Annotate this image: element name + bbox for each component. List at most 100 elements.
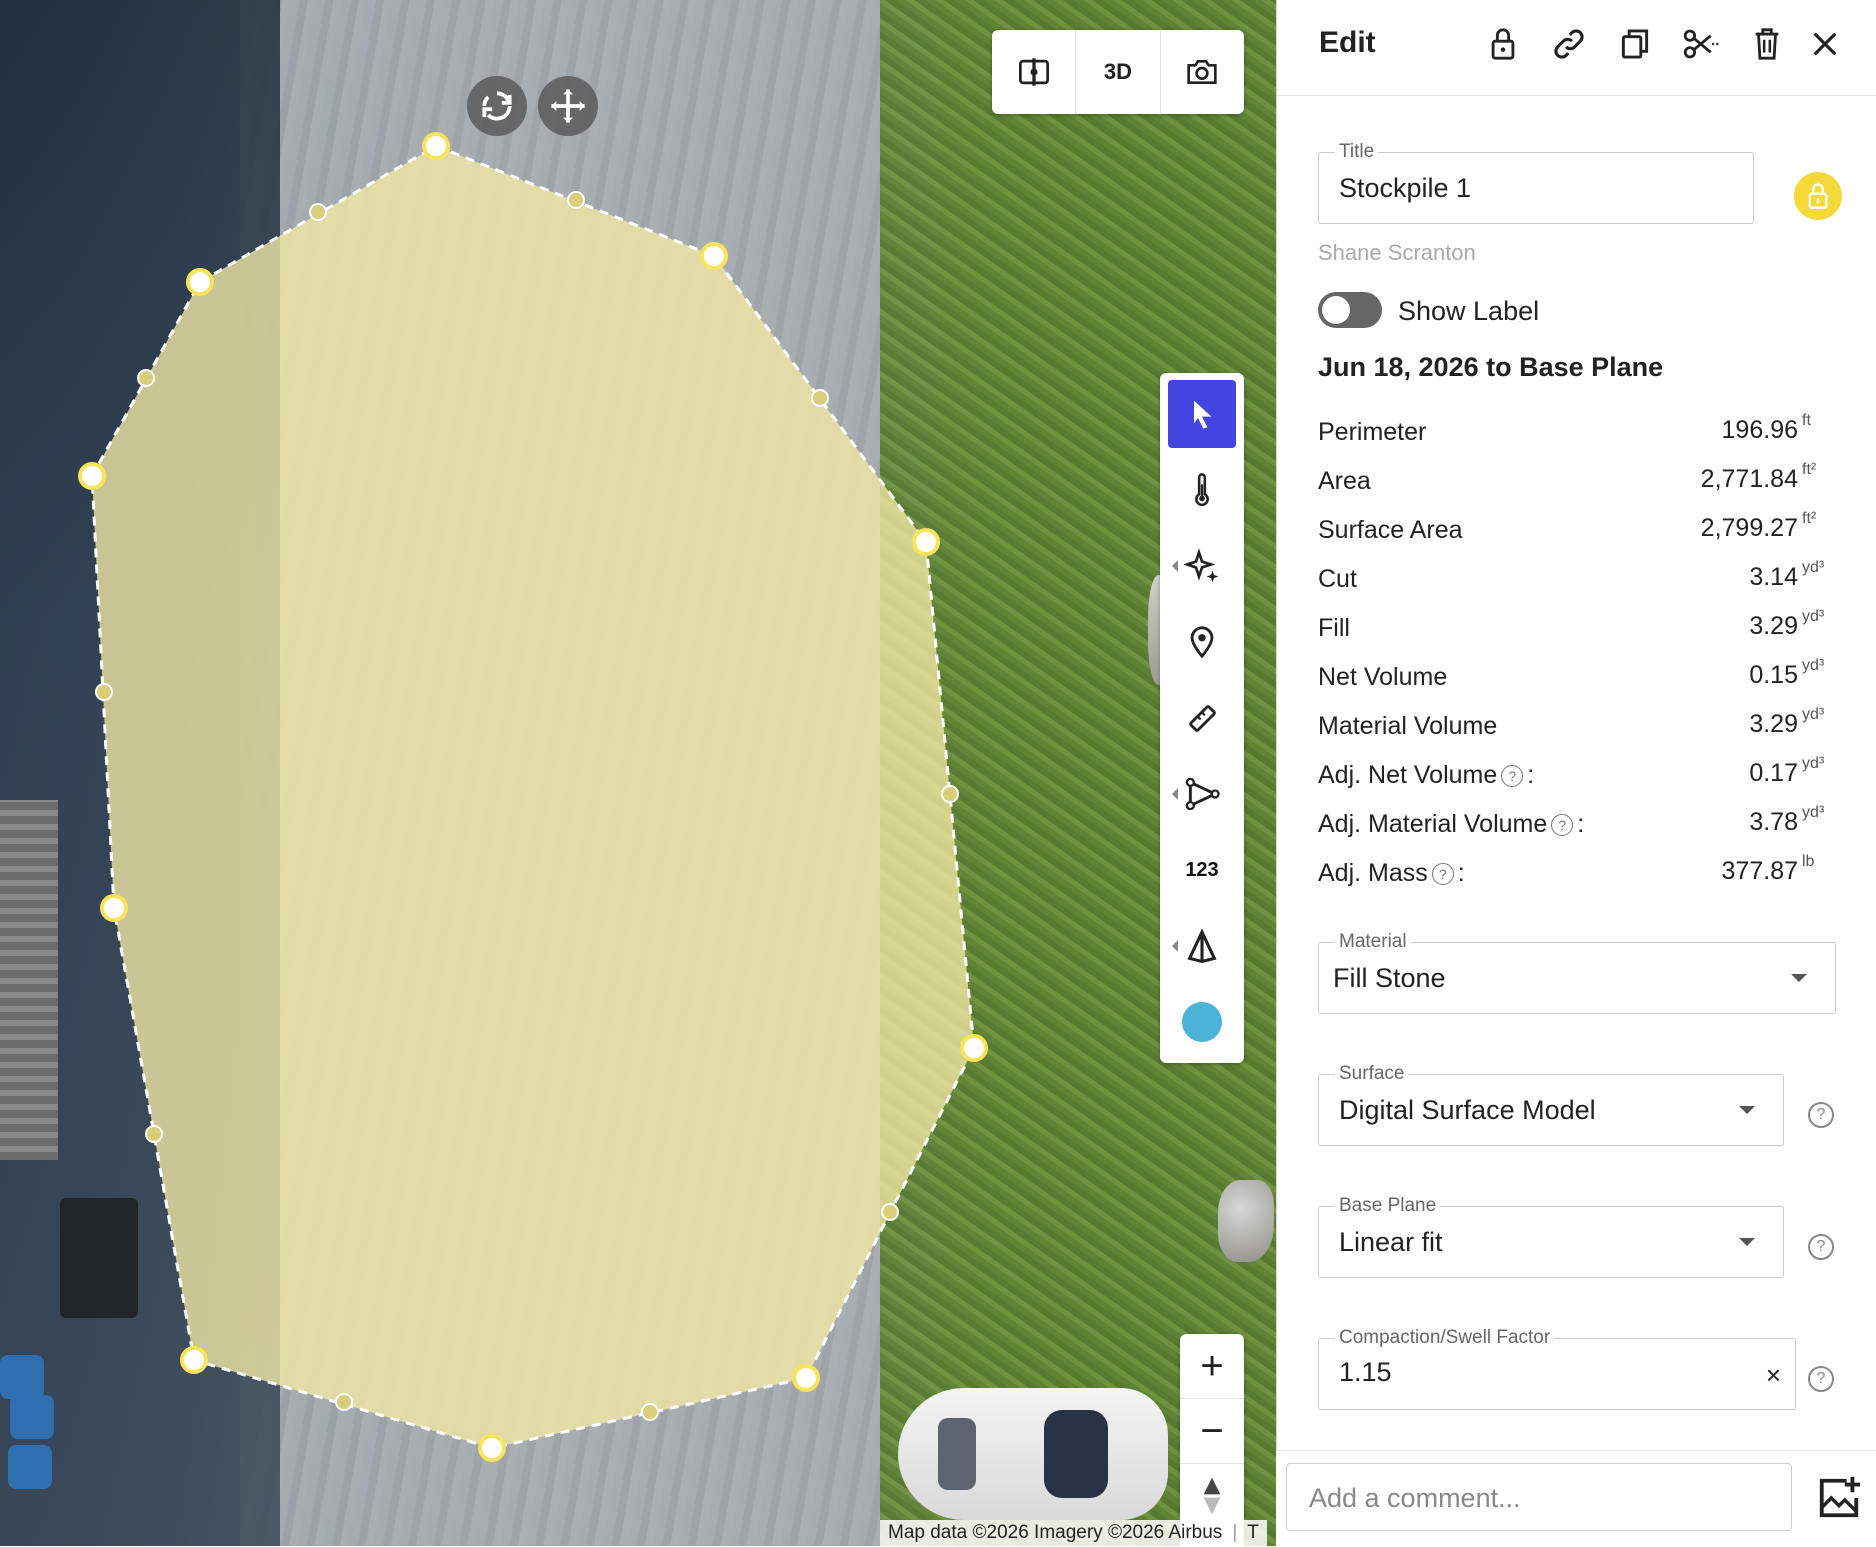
scissors-icon bbox=[1683, 29, 1719, 59]
vertex-handle[interactable] bbox=[78, 462, 106, 490]
tool-path[interactable] bbox=[1168, 760, 1236, 828]
midpoint-handle[interactable] bbox=[145, 1125, 163, 1143]
zoom-in-button[interactable]: + bbox=[1180, 1334, 1244, 1399]
midpoint-handle[interactable] bbox=[95, 683, 113, 701]
help-icon[interactable]: ? bbox=[1431, 862, 1454, 885]
tool-magic[interactable] bbox=[1168, 532, 1236, 600]
stat-unit: yd³ bbox=[1802, 804, 1825, 821]
delete-button[interactable] bbox=[1745, 22, 1789, 66]
midpoint-handle[interactable] bbox=[137, 369, 155, 387]
tool-volume[interactable] bbox=[1168, 912, 1236, 980]
lock-button[interactable] bbox=[1481, 22, 1525, 66]
split-view-button[interactable] bbox=[992, 30, 1077, 114]
compaction-field[interactable]: Compaction/Swell Factor 1.15 × bbox=[1318, 1327, 1796, 1410]
tool-select[interactable] bbox=[1168, 380, 1236, 448]
stat-value: 0.17 bbox=[1749, 759, 1798, 787]
move-button[interactable] bbox=[538, 76, 598, 136]
rotate-button[interactable] bbox=[467, 76, 527, 136]
add-image-button[interactable] bbox=[1814, 1473, 1864, 1523]
comment-input[interactable]: Add a comment... bbox=[1286, 1463, 1792, 1531]
copy-button[interactable] bbox=[1613, 22, 1657, 66]
midpoint-handle[interactable] bbox=[811, 389, 829, 407]
midpoint-handle[interactable] bbox=[567, 191, 585, 209]
title-field[interactable]: Title Stockpile 1 bbox=[1318, 141, 1754, 224]
vertex-handle[interactable] bbox=[960, 1034, 988, 1062]
zoom-controls: + − bbox=[1180, 1334, 1244, 1546]
vertex-handle[interactable] bbox=[478, 1434, 506, 1462]
comment-bar: Add a comment... bbox=[1276, 1450, 1876, 1547]
midpoint-handle[interactable] bbox=[941, 785, 959, 803]
show-label-toggle[interactable] bbox=[1318, 292, 1382, 328]
stat-row: Fill 3.29 yd³ bbox=[1318, 608, 1836, 657]
stat-label: Fill bbox=[1318, 614, 1350, 642]
camera-icon bbox=[1187, 60, 1217, 84]
vertex-handle[interactable] bbox=[792, 1364, 820, 1392]
base-plane-select[interactable]: Base Plane Linear fit bbox=[1318, 1195, 1784, 1278]
comparison-title: Jun 18, 2026 to Base Plane bbox=[1318, 352, 1664, 382]
vertex-handle[interactable] bbox=[422, 132, 450, 160]
vertex-handle[interactable] bbox=[100, 894, 128, 922]
screenshot-button[interactable] bbox=[1161, 30, 1244, 114]
base-plane-help-icon[interactable]: ? bbox=[1808, 1234, 1834, 1260]
midpoint-handle[interactable] bbox=[309, 203, 327, 221]
base-plane-label: Base Plane bbox=[1335, 1195, 1441, 1217]
author-name: Shane Scranton bbox=[1318, 240, 1476, 265]
stat-value: 3.78 bbox=[1749, 808, 1798, 836]
view-3d-button[interactable]: 3D bbox=[1076, 30, 1161, 114]
sparkle-icon bbox=[1184, 548, 1219, 583]
vertex-handle[interactable] bbox=[912, 528, 940, 556]
chevron-down-icon bbox=[1739, 1238, 1755, 1246]
midpoint-handle[interactable] bbox=[881, 1203, 899, 1221]
compaction-help-icon[interactable]: ? bbox=[1808, 1366, 1834, 1392]
thermometer-icon bbox=[1195, 473, 1209, 507]
compass-button[interactable] bbox=[1180, 1464, 1244, 1528]
count-label: 123 bbox=[1185, 858, 1219, 881]
title-field-value[interactable]: Stockpile 1 bbox=[1339, 173, 1471, 204]
tool-color[interactable] bbox=[1168, 988, 1236, 1056]
midpoint-handle[interactable] bbox=[641, 1403, 659, 1421]
trash-icon bbox=[1755, 28, 1779, 60]
lock-open-icon bbox=[1491, 28, 1515, 60]
move-arrows-icon bbox=[551, 89, 585, 123]
material-select[interactable]: Material Fill Stone bbox=[1318, 931, 1836, 1014]
show-label-text: Show Label bbox=[1398, 296, 1540, 326]
attribution-extra[interactable]: T bbox=[1247, 1522, 1259, 1544]
compass-icon bbox=[1203, 1477, 1221, 1515]
tool-count[interactable]: 123 bbox=[1168, 836, 1236, 904]
add-image-icon bbox=[1819, 1476, 1861, 1518]
close-icon bbox=[1813, 32, 1837, 56]
stockpile-polygon[interactable] bbox=[0, 0, 1276, 1546]
tool-location[interactable] bbox=[1168, 608, 1236, 676]
locked-badge[interactable] bbox=[1794, 172, 1842, 220]
vertex-handle[interactable] bbox=[700, 242, 728, 270]
surface-select[interactable]: Surface Digital Surface Model bbox=[1318, 1063, 1784, 1146]
stat-row: Area 2,771.84 ft² bbox=[1318, 461, 1836, 510]
stat-unit: yd³ bbox=[1802, 706, 1825, 723]
zoom-out-button[interactable]: − bbox=[1180, 1399, 1244, 1464]
stat-unit: yd³ bbox=[1802, 608, 1825, 625]
tool-thermal[interactable] bbox=[1168, 456, 1236, 524]
split-button[interactable] bbox=[1679, 22, 1723, 66]
stat-value: 377.87 bbox=[1721, 857, 1798, 885]
surface-value: Digital Surface Model bbox=[1339, 1095, 1596, 1125]
attribution-text: Map data ©2026 Imagery ©2026 Airbus bbox=[888, 1522, 1223, 1543]
vertex-handle[interactable] bbox=[180, 1346, 208, 1374]
stat-row: Net Volume 0.15 yd³ bbox=[1318, 657, 1836, 706]
close-button[interactable] bbox=[1803, 22, 1847, 66]
ruler-icon bbox=[1189, 705, 1216, 732]
compaction-value[interactable]: 1.15 bbox=[1339, 1357, 1392, 1388]
help-icon[interactable]: ? bbox=[1501, 764, 1524, 787]
map-view[interactable]: 3D 123 + − Map data ©2026 Imagery ©2026 … bbox=[0, 0, 1276, 1546]
clear-icon[interactable]: × bbox=[1766, 1360, 1781, 1391]
help-icon[interactable]: ? bbox=[1551, 813, 1574, 836]
link-button[interactable] bbox=[1547, 22, 1591, 66]
annotation-toolbar: 123 bbox=[1160, 373, 1244, 1063]
tool-measure[interactable] bbox=[1168, 684, 1236, 752]
vertex-handle[interactable] bbox=[186, 268, 214, 296]
midpoint-handle[interactable] bbox=[335, 1393, 353, 1411]
stockpile-area[interactable] bbox=[90, 144, 976, 1450]
stat-row: Adj. Mass?: 377.87 lb bbox=[1318, 853, 1836, 902]
surface-help-icon[interactable]: ? bbox=[1808, 1102, 1834, 1128]
stat-unit: yd³ bbox=[1802, 559, 1825, 576]
split-view-icon bbox=[1018, 58, 1049, 86]
